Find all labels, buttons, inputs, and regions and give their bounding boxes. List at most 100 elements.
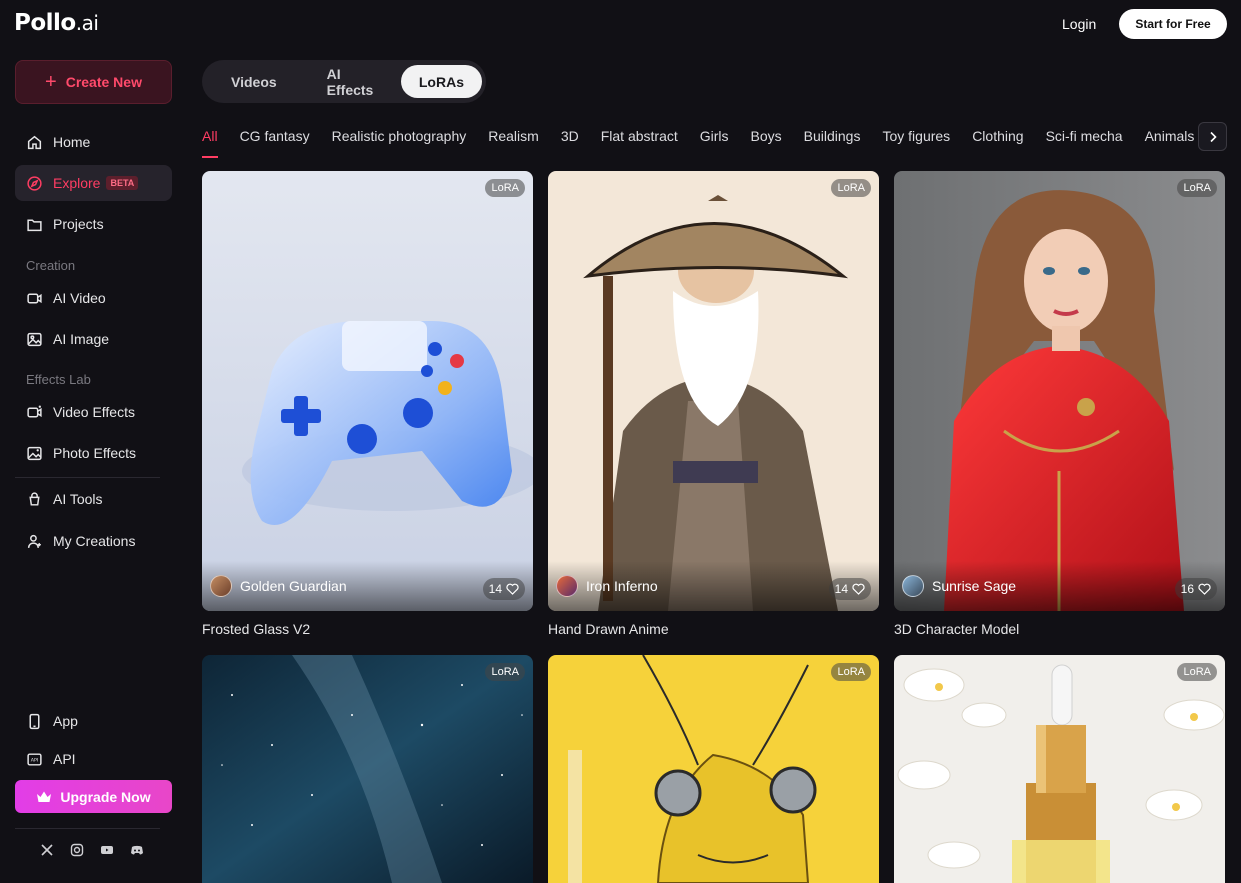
lora-card[interactable]: LoRA Golden Guardian 14 xyxy=(202,171,533,611)
sidebar-item-label: Video Effects xyxy=(53,404,135,420)
lora-card[interactable]: LoRA Sunrise Sage 16 xyxy=(894,171,1225,611)
tab-loras[interactable]: LoRAs xyxy=(400,65,482,98)
tools-icon xyxy=(29,491,40,506)
lora-card[interactable]: LoRA xyxy=(548,655,879,883)
logo-name: Pollo xyxy=(14,10,76,36)
start-for-free-button[interactable]: Start for Free xyxy=(1119,9,1227,39)
category-item[interactable]: CG fantasy xyxy=(240,128,310,152)
lora-badge: LoRA xyxy=(831,663,871,681)
sidebar-item-label: Photo Effects xyxy=(53,445,137,461)
sidebar-divider xyxy=(15,828,160,829)
lora-card[interactable]: LoRA xyxy=(894,655,1225,883)
lora-badge: LoRA xyxy=(485,179,525,197)
compass-icon xyxy=(27,175,42,191)
author-name[interactable]: Iron Inferno xyxy=(586,578,658,594)
sidebar-item-home[interactable]: Home xyxy=(15,124,172,160)
sidebar-item-label: Projects xyxy=(53,216,104,232)
category-item[interactable]: Buildings xyxy=(804,128,861,152)
heart-icon xyxy=(506,583,519,595)
sidebar-item-ai-tools[interactable]: AI Tools xyxy=(15,481,172,517)
category-item[interactable]: Boys xyxy=(751,128,782,152)
category-item[interactable]: Realism xyxy=(488,128,539,152)
upgrade-label: Upgrade Now xyxy=(60,788,151,805)
lora-card[interactable]: LoRA Iron Inferno 14 xyxy=(548,171,879,611)
category-item[interactable]: Realistic photography xyxy=(332,128,467,152)
sidebar-divider xyxy=(15,477,160,478)
youtube-icon[interactable] xyxy=(100,843,114,857)
category-bar: All CG fantasy Realistic photography Rea… xyxy=(202,128,1216,158)
photo-effects-icon xyxy=(27,446,42,460)
like-count: 14 xyxy=(488,582,502,596)
lora-badge: LoRA xyxy=(1177,179,1217,197)
card-image xyxy=(548,171,879,611)
social-links xyxy=(40,843,144,857)
svg-text:API: API xyxy=(31,757,39,763)
card-image xyxy=(894,655,1225,883)
sidebar-item-label: App xyxy=(53,713,78,729)
sidebar: Pollo.ai + Create New Home Explore BETA … xyxy=(0,0,187,883)
category-item[interactable]: Toy figures xyxy=(882,128,950,152)
category-item[interactable]: Flat abstract xyxy=(601,128,678,152)
author-name[interactable]: Sunrise Sage xyxy=(932,578,1016,594)
category-item[interactable]: Clothing xyxy=(972,128,1023,152)
card-image xyxy=(202,655,533,883)
sidebar-item-my-creations[interactable]: My Creations xyxy=(15,523,172,559)
home-icon xyxy=(27,135,42,149)
phone-icon xyxy=(29,713,40,729)
api-icon: API xyxy=(27,752,42,766)
tab-videos[interactable]: Videos xyxy=(213,65,295,98)
crown-icon xyxy=(37,791,52,802)
login-link[interactable]: Login xyxy=(1062,16,1096,32)
like-count: 16 xyxy=(1180,582,1194,596)
category-item[interactable]: Sci-fi mecha xyxy=(1046,128,1123,152)
avatar xyxy=(210,575,232,597)
lora-card[interactable]: LoRA xyxy=(202,655,533,883)
sidebar-item-app[interactable]: App xyxy=(15,703,172,739)
card-title[interactable]: Hand Drawn Anime xyxy=(548,621,669,637)
sidebar-item-ai-video[interactable]: AI Video xyxy=(15,280,172,316)
upgrade-button[interactable]: Upgrade Now xyxy=(15,780,172,813)
sidebar-item-api[interactable]: API API xyxy=(15,741,172,777)
sidebar-item-label: Home xyxy=(53,134,91,150)
tab-ai-effects[interactable]: AI Effects xyxy=(309,65,399,98)
heart-icon xyxy=(1198,583,1211,595)
like-count: 14 xyxy=(834,582,848,596)
sidebar-item-photo-effects[interactable]: Photo Effects xyxy=(15,435,172,471)
lora-badge: LoRA xyxy=(1177,663,1217,681)
category-item[interactable]: 3D xyxy=(561,128,579,152)
instagram-icon[interactable] xyxy=(70,843,84,857)
like-button[interactable]: 16 xyxy=(1174,578,1217,600)
category-item[interactable]: Girls xyxy=(700,128,729,152)
like-button[interactable]: 14 xyxy=(482,578,525,600)
category-all[interactable]: All xyxy=(202,128,218,158)
like-button[interactable]: 14 xyxy=(828,578,871,600)
create-new-label: Create New xyxy=(65,74,142,90)
category-item[interactable]: Animals xyxy=(1145,128,1195,152)
card-title[interactable]: 3D Character Model xyxy=(894,621,1019,637)
section-effects-lab: Effects Lab xyxy=(26,372,91,387)
folder-icon xyxy=(27,219,42,231)
lora-badge: LoRA xyxy=(831,179,871,197)
category-next-button[interactable] xyxy=(1198,122,1227,151)
author-name[interactable]: Golden Guardian xyxy=(240,578,347,594)
sidebar-item-ai-image[interactable]: AI Image xyxy=(15,321,172,357)
avatar xyxy=(902,575,924,597)
plus-icon: + xyxy=(45,71,57,93)
card-image xyxy=(548,655,879,883)
logo[interactable]: Pollo.ai xyxy=(14,10,99,36)
x-icon[interactable] xyxy=(40,843,54,857)
sidebar-item-explore[interactable]: Explore BETA xyxy=(15,165,172,201)
video-icon xyxy=(27,293,42,303)
video-effects-icon xyxy=(27,405,42,417)
create-new-button[interactable]: + Create New xyxy=(15,60,172,104)
beta-badge: BETA xyxy=(106,176,139,190)
sidebar-item-label: AI Video xyxy=(53,290,106,306)
sidebar-item-label: My Creations xyxy=(53,533,136,549)
sidebar-item-video-effects[interactable]: Video Effects xyxy=(15,394,172,430)
card-title[interactable]: Frosted Glass V2 xyxy=(202,621,310,637)
avatar xyxy=(556,575,578,597)
sidebar-item-label: AI Tools xyxy=(53,491,103,507)
discord-icon[interactable] xyxy=(130,843,144,857)
card-image xyxy=(894,171,1225,611)
sidebar-item-projects[interactable]: Projects xyxy=(15,206,172,242)
